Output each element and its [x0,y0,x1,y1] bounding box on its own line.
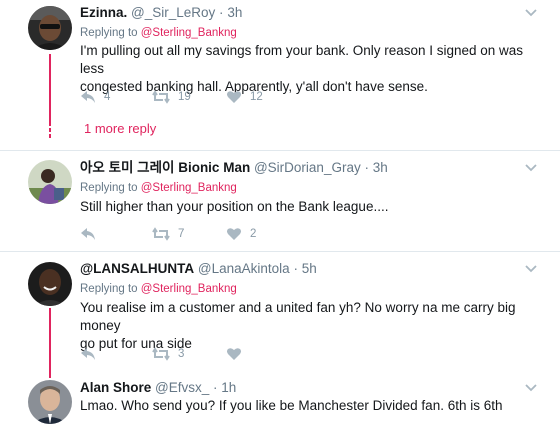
chevron-down-icon[interactable] [524,8,538,18]
tweet-text-line: congested banking hall. Apparently, y'al… [80,79,428,94]
tweet-text: You realise im a customer and a united f… [80,299,550,353]
reply-button[interactable]: 4 [80,89,110,105]
replying-to-label: Replying to [80,182,138,194]
tweet-text: Still higher than your position on the B… [80,198,550,216]
replying-to-user[interactable]: @Sterling_Bankng [141,27,237,39]
replying-to: Replying to @Sterling_Bankng [80,282,237,296]
thread-line-dot [49,128,51,132]
more-replies-link[interactable]: 1 more reply [84,121,156,136]
thread-line [49,308,51,378]
author-name[interactable]: @LANSALHUNTA [80,261,194,276]
reply-button[interactable] [80,346,104,362]
thread-line-dot [49,134,51,138]
timestamp[interactable]: 3h [373,160,388,175]
retweet-icon [152,90,170,104]
author-handle[interactable]: @SirDorian_Gray [254,160,361,175]
tweet-text-line: Lmao. Who send you? If you like be Manch… [80,398,503,413]
reply-button[interactable] [80,226,104,242]
heart-icon [227,228,241,240]
avatar[interactable] [28,262,72,306]
retweet-button[interactable]: 3 [152,346,184,362]
tweet-lansalhunta[interactable]: @LANSALHUNTA @LanaAkintola · 5h Replying… [0,252,560,378]
like-count: 2 [250,228,257,240]
reply-icon [81,228,95,240]
avatar[interactable] [28,380,72,424]
timestamp[interactable]: 3h [227,5,242,20]
chevron-down-icon[interactable] [524,163,538,173]
tweet-text-line: Still higher than your position on the B… [80,199,389,214]
tweet-text-line: go put for una side [80,336,192,351]
replying-to-label: Replying to [80,27,138,39]
retweet-icon [152,227,170,241]
retweet-count: 7 [178,228,185,240]
retweet-button[interactable]: 7 [152,226,184,242]
avatar[interactable] [28,160,72,204]
timestamp[interactable]: 1h [221,380,236,395]
replying-to: Replying to @Sterling_Bankng [80,181,237,195]
author-name[interactable]: Alan Shore [80,380,151,395]
reply-count: 4 [104,91,111,103]
retweet-count: 3 [178,348,185,360]
like-count: 12 [250,91,263,103]
author-name[interactable]: Ezinna. [80,5,127,20]
tweet-ezinna[interactable]: Ezinna. @_Sir_LeRoy · 3h Replying to @St… [0,0,560,150]
like-button[interactable]: 2 [226,226,256,242]
separator-dot: · [219,5,224,20]
author-handle[interactable]: @Efvsx_ [155,380,209,395]
like-button[interactable] [226,346,250,362]
tweet-text-line: I'm pulling out all my savings from your… [80,43,524,76]
author-name[interactable]: 아오 토미 그레이 Bionic Man [80,160,250,175]
avatar[interactable] [28,6,72,50]
tweet-alan-shore[interactable]: Alan Shore @Efvsx_ · 1h Lmao. Who send y… [0,376,560,428]
tweet-header: Alan Shore @Efvsx_ · 1h [80,379,236,397]
separator-dot: · [213,380,218,395]
tweet-text-line: You realise im a customer and a united f… [80,300,516,333]
tweet-header: @LANSALHUNTA @LanaAkintola · 5h [80,260,317,278]
tweet-bionic-man[interactable]: 아오 토미 그레이 Bionic Man @SirDorian_Gray · 3… [0,151,560,251]
retweet-icon [152,347,170,361]
tweet-header: 아오 토미 그레이 Bionic Man @SirDorian_Gray · 3… [80,159,388,177]
retweet-count: 19 [178,91,191,103]
replying-to-user[interactable]: @Sterling_Bankng [141,182,237,194]
retweet-button[interactable]: 19 [152,89,191,105]
tweet-text: Lmao. Who send you? If you like be Manch… [80,397,550,415]
replying-to-label: Replying to [80,283,138,295]
author-handle[interactable]: @_Sir_LeRoy [131,5,215,20]
chevron-down-icon[interactable] [524,383,538,393]
separator-dot: · [364,160,369,175]
tweet-text: I'm pulling out all my savings from your… [80,42,550,96]
tweet-header: Ezinna. @_Sir_LeRoy · 3h [80,4,242,22]
like-button[interactable]: 12 [226,89,263,105]
replying-to: Replying to @Sterling_Bankng [80,26,237,40]
heart-icon [227,91,241,103]
chevron-down-icon[interactable] [524,264,538,274]
reply-icon [81,348,95,360]
timestamp[interactable]: 5h [302,261,317,276]
thread-line [49,54,51,126]
separator-dot: · [293,261,298,276]
reply-icon [81,91,95,103]
heart-icon [227,348,241,360]
author-handle[interactable]: @LanaAkintola [198,261,290,276]
replying-to-user[interactable]: @Sterling_Bankng [141,283,237,295]
